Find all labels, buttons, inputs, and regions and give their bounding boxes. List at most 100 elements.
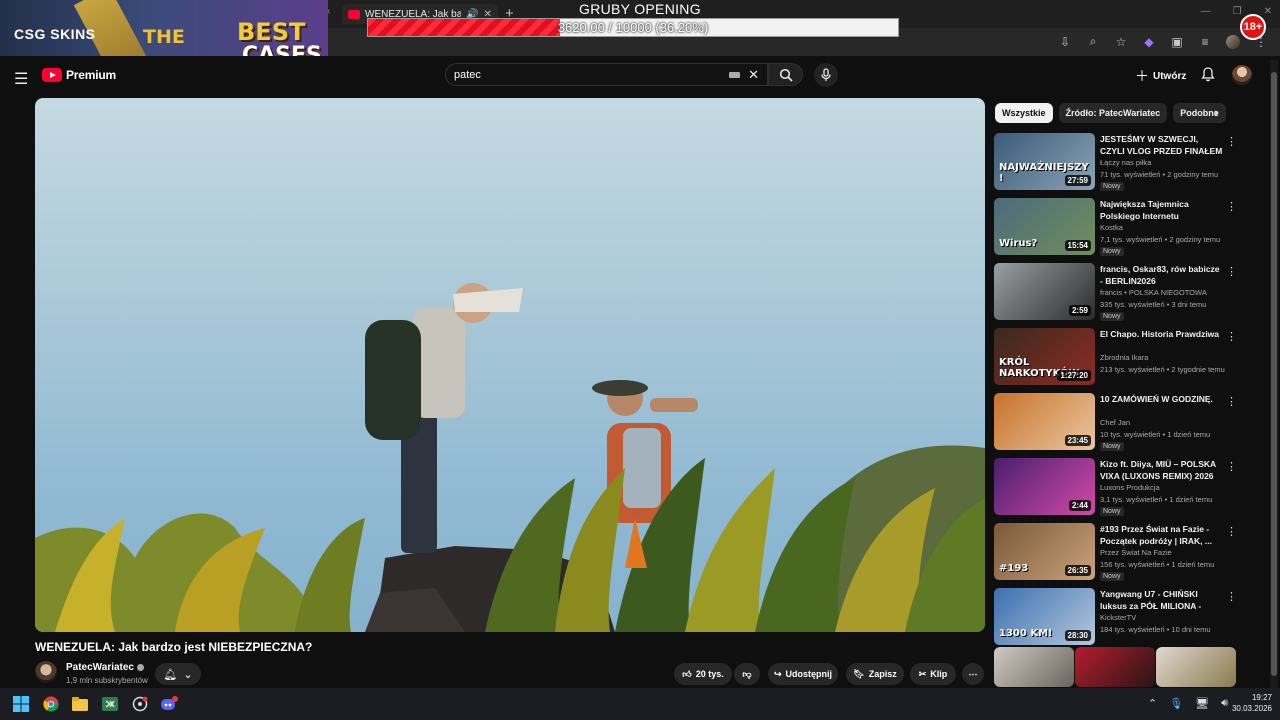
clear-search-icon[interactable]: ✕ [748, 67, 759, 83]
voice-search-button[interactable] [814, 63, 838, 87]
video-frame [35, 283, 985, 632]
terminal-app-icon[interactable] [99, 693, 121, 715]
youtube-logo[interactable]: Premium [42, 68, 116, 82]
recommendation-item[interactable]: KRÓL NARKOTYKÓW 1:27:20 El Chapo. Historia… [994, 328, 1244, 386]
scissors-icon: ✂ [918, 668, 927, 679]
recommendation-item[interactable]: 2:44 Kizo ft. Diiya, MIÜ – POLSKA VIXA (L… [994, 458, 1244, 516]
clock-date: 30.03.2026 [1231, 704, 1272, 713]
share-button[interactable]: ↪ Udostępnij [768, 663, 838, 685]
youtube-play-icon [42, 68, 62, 82]
subscription-notifications-button[interactable]: 🔔︎ ⌄ [155, 663, 201, 685]
short-thumbnail[interactable] [1156, 647, 1236, 687]
extensions-puzzle-icon[interactable]: ▣ [1170, 35, 1184, 49]
channel-name[interactable]: PatecWariatec [66, 662, 144, 673]
dislike-button[interactable]: 👎︎ [734, 663, 760, 685]
recommendation-channel[interactable]: francis • POLSKA NIEGOTOWA [1100, 288, 1207, 297]
recommendation-thumbnail[interactable]: 2:59 [994, 263, 1095, 320]
keyboard-icon[interactable] [729, 71, 741, 78]
discord-icon[interactable] [158, 693, 180, 715]
sponsor-logo-text: CSG SKINS [14, 26, 96, 42]
new-badge: Nowy [1100, 247, 1124, 256]
taskbar-clock[interactable]: 19:27 30.03.2026 [1224, 692, 1272, 714]
more-options-icon[interactable]: ⋮ [1226, 265, 1237, 278]
recommendation-channel[interactable]: Zbrodnia Ikara [1100, 353, 1148, 362]
recommendation-channel[interactable]: Kostka [1100, 223, 1123, 232]
recommendation-thumbnail[interactable]: Wirus? 15:54 [994, 198, 1095, 255]
video-duration: 23:45 [1064, 435, 1091, 446]
extension-icon[interactable]: ◆ [1142, 35, 1156, 49]
save-button[interactable]: 🔖︎ Zapisz [846, 663, 904, 685]
recommendation-item[interactable]: 23:45 10 ZAMÓWIEŃ W GODZINĘ. Chef Jan 10 ty… [994, 393, 1244, 451]
more-options-icon[interactable]: ⋮ [1226, 330, 1237, 343]
chip-source-channel[interactable]: Źródło: PatecWariatec [1058, 103, 1168, 123]
recommendation-item[interactable]: Wirus? 15:54 Największa Tajemnica Polskieg… [994, 198, 1244, 256]
channel-name-text: PatecWariatec [66, 662, 134, 673]
profile-avatar-icon[interactable] [1226, 34, 1240, 49]
recommendation-channel[interactable]: KicksterTV [1100, 613, 1136, 622]
recommendation-title[interactable]: francis, Oskar83, rów babicze - BERLIN20… [1100, 263, 1224, 287]
recommendation-channel[interactable]: Chef Jan [1100, 418, 1130, 427]
recommendation-title[interactable]: 10 ZAMÓWIEŃ W GODZINĘ. [1100, 393, 1224, 405]
more-actions-button[interactable]: ⋯ [962, 663, 984, 685]
close-window-icon[interactable]: ✕ [1264, 6, 1272, 17]
hamburger-menu-icon[interactable]: ☰ [14, 69, 28, 89]
streaming-app-icon[interactable] [129, 693, 151, 715]
recommendation-channel[interactable]: Luxons Produkcja [1100, 483, 1160, 492]
recommendation-thumbnail[interactable]: 1300 KM! 28:30 [994, 588, 1095, 645]
video-duration: 15:54 [1064, 240, 1091, 251]
channel-avatar[interactable] [35, 661, 57, 683]
new-badge: Nowy [1100, 507, 1124, 516]
recommendation-title[interactable]: Kizo ft. Diiya, MIÜ – POLSKA VIXA (LUXON… [1100, 458, 1224, 482]
recommendation-title[interactable]: JESTEŚMY W SZWECJI, CZYLI VLOG PRZED FIN… [1100, 133, 1224, 157]
short-thumbnail[interactable] [1075, 647, 1155, 687]
recommendation-meta: 7,1 tys. wyświetleń • 2 godziny temu [1100, 235, 1221, 244]
maximize-icon[interactable]: ❐ [1233, 6, 1242, 17]
clock-time: 19:27 [1251, 693, 1272, 702]
search-button[interactable] [768, 63, 803, 86]
search-input[interactable]: patec ✕ [445, 63, 768, 86]
video-player[interactable] [35, 98, 985, 632]
zoom-icon[interactable]: ⌕ [1086, 34, 1100, 49]
recommendation-title[interactable]: Największa Tajemnica Polskiego Internetu [1100, 198, 1224, 222]
recommendation-title[interactable]: Yangwang U7 - CHIŃSKI luksus za PÓŁ MILI… [1100, 588, 1224, 612]
recommendation-channel[interactable]: Przez Świat Na Fazie [1100, 548, 1172, 557]
user-avatar[interactable] [1232, 65, 1252, 85]
create-button[interactable]: ＋ Utwórz [1135, 66, 1186, 86]
recommendation-item[interactable]: 2:59 francis, Oskar83, rów babicze - BERL… [994, 263, 1244, 321]
page-scrollbar-thumb[interactable] [1271, 72, 1277, 676]
chrome-icon[interactable] [40, 693, 62, 715]
windows-start-icon[interactable] [10, 693, 32, 715]
file-explorer-icon[interactable] [69, 693, 91, 715]
more-options-icon[interactable]: ⋮ [1226, 200, 1237, 213]
chip-all[interactable]: Wszystkie [995, 103, 1053, 123]
chips-next-icon[interactable]: › [1214, 105, 1218, 120]
recommendation-item[interactable]: 1300 KM! 28:30 Yangwang U7 - CHIŃSKI luksu… [994, 588, 1244, 646]
more-options-icon[interactable]: ⋮ [1226, 395, 1237, 408]
clip-button[interactable]: ✂ Klip [910, 663, 956, 685]
recommendation-thumbnail[interactable]: 23:45 [994, 393, 1095, 450]
tray-expand-icon[interactable]: ⌃ [1148, 697, 1157, 710]
recommendation-thumbnail[interactable]: KRÓL NARKOTYKÓW 1:27:20 [994, 328, 1095, 385]
network-icon[interactable]: 🖥︎ [1195, 697, 1209, 710]
more-options-icon[interactable]: ⋮ [1226, 590, 1237, 603]
subscriber-count: 1,9 mln subskrybentów [66, 676, 148, 685]
recommendation-title[interactable]: #193 Przez Świat na Fazie - Początek pod… [1100, 523, 1224, 547]
install-app-icon[interactable]: ⇩ [1058, 35, 1072, 49]
minimize-icon[interactable]: — [1201, 6, 1211, 17]
short-thumbnail[interactable] [994, 647, 1074, 687]
recommendation-thumbnail[interactable]: #193 26:35 [994, 523, 1095, 580]
recommendation-thumbnail[interactable]: NAJWAŻNIEJSZY ! 27:59 [994, 133, 1095, 190]
more-options-icon[interactable]: ⋮ [1226, 460, 1237, 473]
recommendation-item[interactable]: #193 26:35 #193 Przez Świat na Fazie - Poc… [994, 523, 1244, 581]
reading-list-icon[interactable]: ≡ [1198, 35, 1212, 49]
like-button[interactable]: 👍︎ 20 tys. [674, 663, 732, 685]
recommendation-title[interactable]: El Chapo. Historia Prawdziwa [1100, 328, 1224, 340]
more-options-icon[interactable]: ⋮ [1226, 525, 1237, 538]
recommendation-item[interactable]: NAJWAŻNIEJSZY ! 27:59 JESTEŚMY W SZWECJI, … [994, 133, 1244, 191]
recommendation-channel[interactable]: Łączy nas piłka [1100, 158, 1151, 167]
notifications-bell-icon[interactable] [1200, 66, 1216, 82]
recommendation-thumbnail[interactable]: 2:44 [994, 458, 1095, 515]
more-options-icon[interactable]: ⋮ [1226, 135, 1237, 148]
bookmark-star-icon[interactable]: ☆ [1114, 35, 1128, 49]
microphone-tray-icon[interactable]: 🎙︎ [1169, 697, 1183, 710]
